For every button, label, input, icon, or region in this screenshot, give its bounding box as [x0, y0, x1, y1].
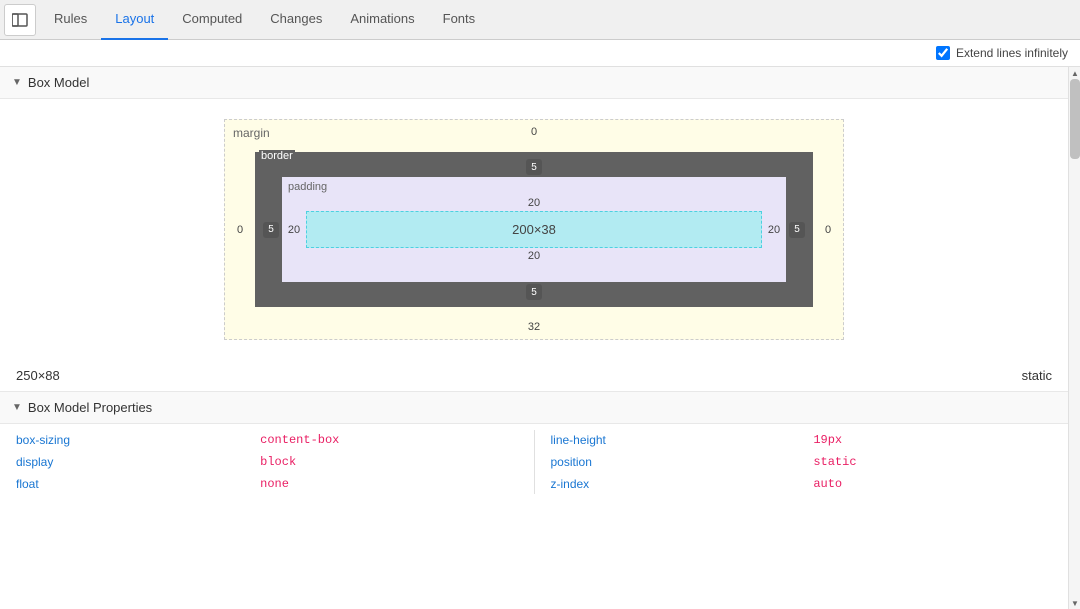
padding-label: padding: [288, 181, 327, 193]
border-middle-row: 5 padding 20 20: [260, 177, 808, 282]
border-bottom-badge: 5: [526, 284, 542, 300]
padding-top-value: 20: [528, 197, 540, 211]
border-top-badge: 5: [526, 159, 542, 175]
box-model-diagram: margin 0 32 0 border 5: [0, 99, 1068, 360]
extend-lines-label[interactable]: Extend lines infinitely: [956, 46, 1068, 60]
border-right-badge: 5: [789, 222, 805, 238]
border-box: border 5 5 pa: [255, 152, 813, 307]
prop-z-index-key: z-index: [551, 474, 802, 494]
sub-bar: Extend lines infinitely: [0, 40, 1080, 67]
padding-middle-row: 20 200×38 20: [282, 211, 786, 248]
tab-animations[interactable]: Animations: [336, 0, 428, 40]
tab-bar: Rules Layout Computed Changes Animations…: [0, 0, 1080, 40]
box-diagram: margin 0 32 0 border 5: [224, 119, 844, 340]
prop-float-key: float: [16, 474, 248, 494]
box-model-props-title: Box Model Properties: [28, 400, 152, 415]
dimension-bar: 250×88 static: [0, 360, 1068, 392]
prop-box-sizing-key: box-sizing: [16, 430, 248, 450]
box-model-title: Box Model: [28, 75, 89, 90]
border-left-badge: 5: [263, 222, 279, 238]
main-content: Extend lines infinitely ▼ Box Model marg…: [0, 40, 1080, 609]
extend-lines-checkbox[interactable]: [936, 46, 950, 60]
prop-display-val: block: [260, 452, 517, 472]
padding-bottom-value: 20: [528, 248, 540, 262]
props-arrow-icon: ▼: [12, 402, 22, 413]
tab-fonts[interactable]: Fonts: [429, 0, 490, 40]
panel-toggle-button[interactable]: [4, 4, 36, 36]
box-model-props-header[interactable]: ▼ Box Model Properties: [0, 392, 1068, 424]
margin-right-value: 0: [813, 224, 843, 236]
border-bottom-value: 5: [526, 282, 542, 302]
border-top-value: 5: [526, 157, 542, 177]
tab-changes[interactable]: Changes: [256, 0, 336, 40]
tab-layout[interactable]: Layout: [101, 0, 168, 40]
element-size-value: 250×88: [16, 368, 60, 383]
panel: ▼ Box Model margin 0 32 0 bo: [0, 67, 1080, 609]
margin-label: margin: [233, 126, 270, 140]
section-arrow-icon: ▼: [12, 77, 22, 88]
margin-left-value: 0: [225, 224, 255, 236]
margin-top-value: 0: [531, 126, 537, 138]
prop-position-val: static: [813, 452, 1052, 472]
panel-inner: ▼ Box Model margin 0 32 0 bo: [0, 67, 1068, 609]
content-size-value: 200×38: [512, 222, 556, 237]
border-right-value: 5: [786, 222, 808, 238]
prop-float-val: none: [260, 474, 517, 494]
box-model-section-header[interactable]: ▼ Box Model: [0, 67, 1068, 99]
border-left-value: 5: [260, 222, 282, 238]
content-box: 200×38: [306, 211, 762, 248]
margin-bottom-value: 32: [528, 321, 540, 333]
props-right-col: line-height 19px position static z-index…: [534, 430, 1053, 494]
prop-line-height-val: 19px: [813, 430, 1052, 450]
prop-position-key: position: [551, 452, 802, 472]
props-left-col: box-sizing content-box display block flo…: [16, 430, 518, 494]
props-container: box-sizing content-box display block flo…: [0, 424, 1068, 494]
scrollbar[interactable]: ▲ ▼: [1068, 67, 1080, 609]
tab-rules[interactable]: Rules: [40, 0, 101, 40]
scroll-up-button[interactable]: ▲: [1069, 67, 1080, 79]
prop-box-sizing-val: content-box: [260, 430, 517, 450]
prop-line-height-key: line-height: [551, 430, 802, 450]
padding-box: padding 20 20 200×38: [282, 177, 786, 282]
prop-display-key: display: [16, 452, 248, 472]
box-model-properties-section: ▼ Box Model Properties box-sizing conten…: [0, 392, 1068, 494]
border-label: border: [259, 150, 295, 162]
element-position-value: static: [1022, 368, 1052, 383]
prop-z-index-val: auto: [813, 474, 1052, 494]
margin-box: margin 0 32 0 border 5: [224, 119, 844, 340]
padding-left-value: 20: [282, 224, 306, 236]
scrollbar-thumb[interactable]: [1070, 79, 1080, 159]
scroll-down-button[interactable]: ▼: [1069, 597, 1080, 609]
padding-right-value: 20: [762, 224, 786, 236]
tab-computed[interactable]: Computed: [168, 0, 256, 40]
margin-middle-row: 0 border 5 5: [225, 152, 843, 307]
